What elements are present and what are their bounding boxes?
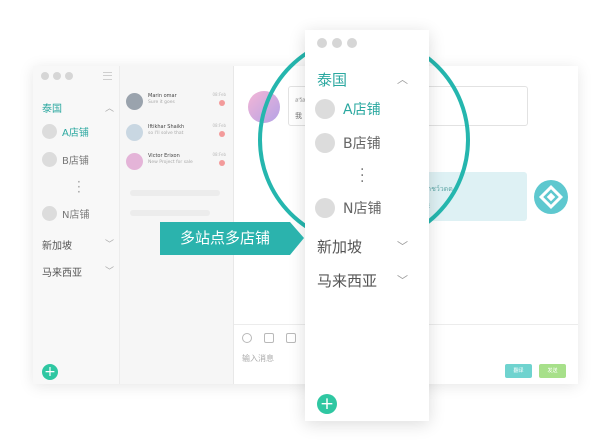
- store-avatar: [42, 151, 57, 167]
- app-logo-icon: [534, 180, 568, 214]
- zoom-country-malaysia[interactable]: 马来西亚: [317, 270, 377, 291]
- zoom-country-singapore[interactable]: 新加坡: [317, 236, 362, 257]
- chevron-down-icon[interactable]: ﹀: [105, 264, 114, 277]
- conversation-time: 08:Feb: [212, 152, 226, 157]
- sidebar-store-a[interactable]: A店铺: [42, 123, 89, 139]
- chevron-up-icon[interactable]: ︿: [397, 71, 408, 87]
- unread-badge: [219, 131, 225, 137]
- placeholder-bar: [130, 190, 220, 196]
- store-avatar: [315, 198, 335, 218]
- conversation-name: Marin omar: [148, 93, 177, 99]
- add-store-button[interactable]: +: [317, 394, 337, 414]
- conversation-name: Victor Erixon: [148, 153, 180, 159]
- store-avatar: [315, 99, 335, 119]
- zoom-store-a[interactable]: A店铺: [315, 99, 381, 119]
- conversation-item[interactable]: Iftikhar Shaikh so I'll solve that 08:Fe…: [126, 121, 226, 145]
- screenshot-icon[interactable]: [286, 333, 296, 343]
- conversation-preview: Sure it goes: [148, 100, 175, 105]
- sidebar-country-thailand[interactable]: 泰国: [42, 100, 62, 115]
- chevron-down-icon[interactable]: ﹀: [397, 272, 408, 288]
- avatar: [126, 124, 143, 141]
- conversation-item[interactable]: Victor Erixon New Project for sale 08:Fe…: [126, 150, 226, 174]
- conversation-time: 08:Feb: [212, 123, 226, 128]
- zoom-country-thailand[interactable]: 泰国: [317, 69, 347, 90]
- store-label: B店铺: [62, 155, 89, 167]
- avatar: [126, 153, 143, 170]
- conversation-preview: so I'll solve that: [148, 131, 184, 136]
- close-dot[interactable]: [317, 38, 327, 48]
- unread-badge: [219, 100, 225, 106]
- store-label: N店铺: [62, 209, 90, 221]
- store-label: A店铺: [343, 102, 381, 118]
- store-label: N店铺: [343, 201, 382, 217]
- conversation-item[interactable]: Marin omar Sure it goes 08:Feb: [126, 90, 226, 114]
- zoom-store-b[interactable]: B店铺: [315, 133, 381, 153]
- sidebar-store-b[interactable]: B店铺: [42, 151, 89, 167]
- menu-icon[interactable]: [103, 72, 112, 80]
- sidebar-store-n[interactable]: N店铺: [42, 205, 89, 221]
- minimize-dot[interactable]: [332, 38, 342, 48]
- send-button[interactable]: 发送: [539, 364, 566, 378]
- store-sidebar: 泰国 ︿ A店铺 B店铺 · · · N店铺 新加坡 ﹀ 马来西亚 ﹀ +: [33, 66, 120, 384]
- sidebar-country-malaysia[interactable]: 马来西亚: [42, 264, 82, 279]
- conversation-time: 08:Feb: [212, 92, 226, 97]
- message-input[interactable]: 输入消息: [242, 353, 274, 364]
- conversation-name: Iftikhar Shaikh: [148, 124, 185, 130]
- image-icon[interactable]: [264, 333, 274, 343]
- store-label: A店铺: [62, 127, 89, 139]
- placeholder-bar: [130, 210, 210, 216]
- callout-pointer: [290, 222, 304, 255]
- more-dots-icon: · · ·: [77, 175, 81, 199]
- feature-callout: 多站点多店铺: [160, 222, 290, 255]
- zoomed-store-panel: 泰国 ︿ A店铺 B店铺 · · · N店铺 新加坡 ﹀ 马来西亚 ﹀ +: [305, 30, 429, 421]
- zoom-store-n[interactable]: N店铺: [315, 198, 381, 218]
- avatar: [126, 93, 143, 110]
- store-avatar: [315, 133, 335, 153]
- window-controls: [41, 72, 73, 80]
- close-dot[interactable]: [41, 72, 49, 80]
- unread-badge: [219, 160, 225, 166]
- conversation-preview: New Project for sale: [148, 160, 193, 165]
- store-label: B店铺: [343, 136, 381, 152]
- store-avatar: [42, 205, 57, 221]
- chevron-down-icon[interactable]: ﹀: [105, 237, 114, 250]
- chevron-up-icon[interactable]: ︿: [105, 101, 114, 114]
- minimize-dot[interactable]: [53, 72, 61, 80]
- maximize-dot[interactable]: [65, 72, 73, 80]
- sidebar-country-singapore[interactable]: 新加坡: [42, 237, 72, 252]
- emoji-icon[interactable]: [242, 333, 252, 343]
- maximize-dot[interactable]: [347, 38, 357, 48]
- chevron-down-icon[interactable]: ﹀: [397, 238, 408, 254]
- store-avatar: [42, 123, 57, 139]
- window-controls: [317, 38, 357, 48]
- more-dots-icon: · · ·: [360, 162, 365, 190]
- translate-button[interactable]: 翻译: [505, 364, 532, 378]
- add-store-button[interactable]: +: [42, 364, 58, 380]
